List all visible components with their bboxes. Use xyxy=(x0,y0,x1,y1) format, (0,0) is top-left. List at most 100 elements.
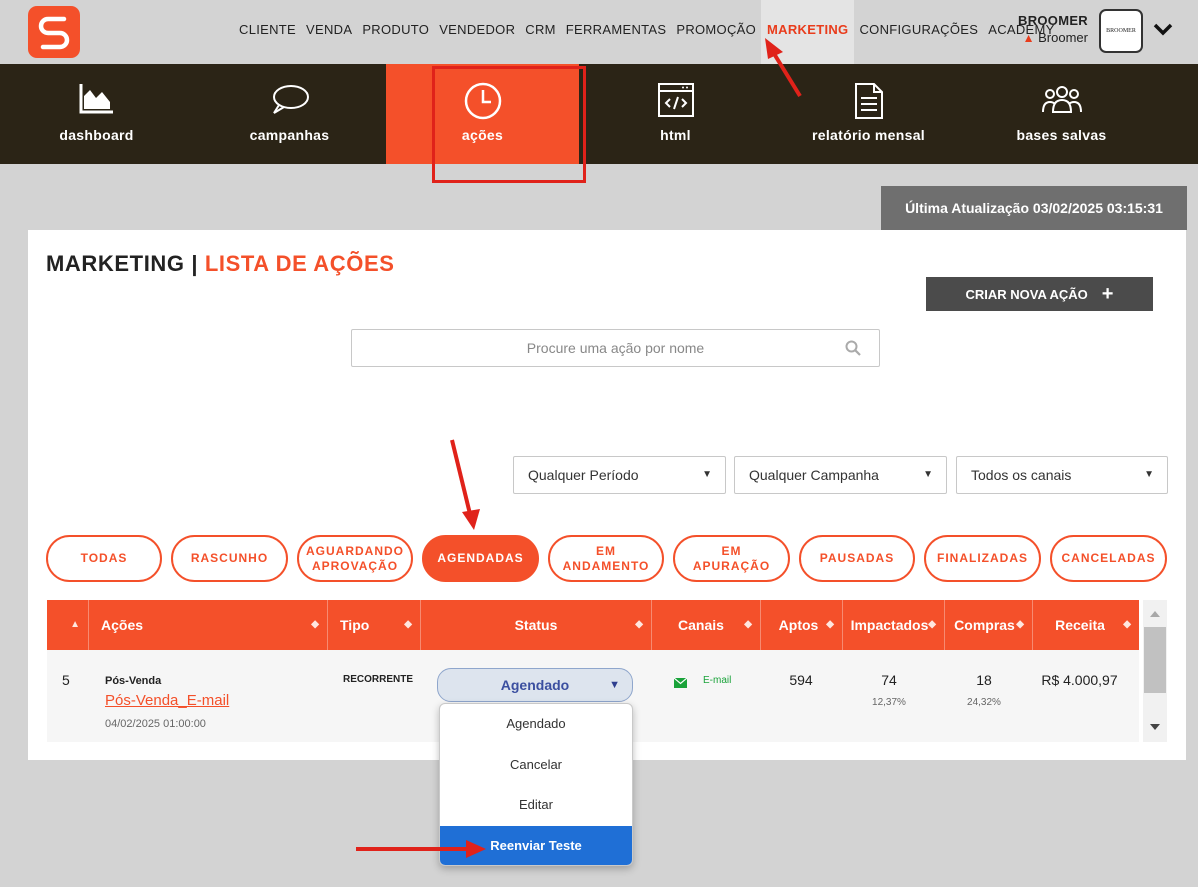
row-compras: 18 xyxy=(976,672,992,688)
last-update-badge: Última Atualização 03/02/2025 03:15:31 xyxy=(881,186,1187,230)
sort-icon: ◆ xyxy=(311,619,319,630)
menu-item-agendado[interactable]: Agendado xyxy=(440,704,632,745)
sort-icon: ◆ xyxy=(1123,619,1131,630)
status-menu: Agendado Cancelar Editar Reenviar Teste xyxy=(439,703,633,866)
avatar[interactable]: BROOMER xyxy=(1099,9,1143,53)
sort-icon: ◆ xyxy=(1016,619,1024,630)
row-compras-pct: 24,32% xyxy=(967,697,1001,708)
col-compras[interactable]: Compras ◆ xyxy=(944,600,1032,650)
chart-area-icon xyxy=(79,84,113,114)
caret-down-icon: ▼ xyxy=(702,469,712,480)
module-campanhas[interactable]: campanhas xyxy=(193,64,386,164)
plus-icon: + xyxy=(1101,283,1114,305)
module-label: relatório mensal xyxy=(812,127,925,143)
nav-crm[interactable]: CRM xyxy=(520,0,561,64)
module-dashboard[interactable]: dashboard xyxy=(0,64,193,164)
tab-canceladas[interactable]: CANCELADAS xyxy=(1050,535,1167,582)
nav-cliente[interactable]: CLIENTE xyxy=(234,0,301,64)
app-logo[interactable] xyxy=(28,6,80,58)
search-input[interactable] xyxy=(352,330,879,366)
search-icon[interactable] xyxy=(845,340,861,356)
row-receita: R$ 4.000,97 xyxy=(1041,672,1118,688)
channel-select[interactable]: Todos os canais ▼ xyxy=(956,456,1168,494)
row-id: 5 xyxy=(62,672,70,688)
table-scrollbar[interactable] xyxy=(1143,600,1167,742)
col-tipo[interactable]: Tipo ◆ xyxy=(327,600,420,650)
module-bar: dashboard campanhas ações html relatório… xyxy=(0,64,1198,164)
nav-produto[interactable]: PRODUTO xyxy=(357,0,434,64)
sort-icon: ◆ xyxy=(404,619,412,630)
col-acoes[interactable]: Ações ◆ xyxy=(88,600,327,650)
annotation-highlight-box xyxy=(432,66,586,183)
module-bases-salvas[interactable]: bases salvas xyxy=(965,64,1158,164)
sort-icon: ◆ xyxy=(635,619,643,630)
module-label: dashboard xyxy=(59,127,134,143)
tab-todas[interactable]: TODAS xyxy=(46,535,162,582)
caret-down-icon: ▼ xyxy=(923,469,933,480)
col-canais[interactable]: Canais ◆ xyxy=(651,600,760,650)
module-label: bases salvas xyxy=(1016,127,1107,143)
caret-down-icon: ▼ xyxy=(1144,469,1154,480)
row-action-link[interactable]: Pós-Venda_E-mail xyxy=(105,692,229,709)
top-bar: CLIENTE VENDA PRODUTO VENDEDOR CRM FERRA… xyxy=(0,0,1198,64)
tab-em-andamento[interactable]: EM ANDAMENTO xyxy=(548,535,664,582)
module-label: html xyxy=(660,127,691,143)
scroll-up-icon[interactable] xyxy=(1149,610,1161,618)
row-impactados-pct: 12,37% xyxy=(872,697,906,708)
document-icon xyxy=(854,83,883,119)
row-category: Pós-Venda xyxy=(105,675,162,687)
scroll-down-icon[interactable] xyxy=(1149,723,1161,731)
row-date: 04/02/2025 01:00:00 xyxy=(105,718,206,730)
sort-icon: ▲ xyxy=(70,619,80,630)
tab-finalizadas[interactable]: FINALIZADAS xyxy=(924,535,1041,582)
chevron-down-icon[interactable] xyxy=(1153,20,1173,38)
module-relatorio-mensal[interactable]: relatório mensal xyxy=(772,64,965,164)
page-title: MARKETING | LISTA DE AÇÕES xyxy=(46,251,395,276)
scrollbar-thumb[interactable] xyxy=(1144,627,1166,693)
create-action-button[interactable]: CRIAR NOVA AÇÃO + xyxy=(926,277,1153,311)
actions-panel: MARKETING | LISTA DE AÇÕES CRIAR NOVA AÇ… xyxy=(28,230,1186,760)
tab-rascunho[interactable]: RASCUNHO xyxy=(171,535,288,582)
row-aptos: 594 xyxy=(789,672,813,688)
nav-promocao[interactable]: PROMOÇÃO xyxy=(671,0,761,64)
period-select[interactable]: Qualquer Período ▼ xyxy=(513,456,726,494)
speech-bubble-icon xyxy=(272,85,309,114)
row-type: RECORRENTE xyxy=(343,674,414,685)
module-html[interactable]: html xyxy=(579,64,772,164)
row-impactados: 74 xyxy=(881,672,897,688)
col-status[interactable]: Status ◆ xyxy=(420,600,651,650)
col-impactados[interactable]: Impactados ◆ xyxy=(842,600,944,650)
col-id[interactable]: ▲ xyxy=(47,600,88,650)
menu-item-editar[interactable]: Editar xyxy=(440,785,632,826)
tab-aguardando-aprovacao[interactable]: AGUARDANDO APROVAÇÃO xyxy=(297,535,413,582)
user-info[interactable]: BROOMER ▲ Broomer xyxy=(1014,13,1088,45)
row-channel: E-mail xyxy=(703,675,732,686)
sort-icon: ◆ xyxy=(826,619,834,630)
nav-marketing[interactable]: MARKETING xyxy=(761,0,855,64)
col-aptos[interactable]: Aptos ◆ xyxy=(760,600,842,650)
campaign-select[interactable]: Qualquer Campanha ▼ xyxy=(734,456,947,494)
caret-down-icon: ▼ xyxy=(609,679,620,691)
avatar-logo-text: BROOMER xyxy=(1106,28,1136,34)
nav-vendedor[interactable]: VENDEDOR xyxy=(434,0,520,64)
menu-item-cancelar[interactable]: Cancelar xyxy=(440,745,632,786)
users-group-icon xyxy=(1041,86,1082,113)
user-name: BROOMER xyxy=(1018,13,1088,28)
main-nav: CLIENTE VENDA PRODUTO VENDEDOR CRM FERRA… xyxy=(234,0,1060,64)
menu-item-reenviar-teste[interactable]: Reenviar Teste xyxy=(440,825,632,865)
tab-em-apuracao[interactable]: EM APURAÇÃO xyxy=(673,535,790,582)
user-store: Broomer xyxy=(1038,30,1088,45)
nav-ferramentas[interactable]: FERRAMENTAS xyxy=(561,0,672,64)
status-dropdown[interactable]: Agendado ▼ xyxy=(437,668,633,702)
nav-configuracoes[interactable]: CONFIGURAÇÕES xyxy=(854,0,983,64)
sort-icon: ◆ xyxy=(928,619,936,630)
module-label: campanhas xyxy=(249,127,330,143)
user-icon: ▲ xyxy=(1022,31,1035,45)
nav-venda[interactable]: VENDA xyxy=(301,0,357,64)
tab-pausadas[interactable]: PAUSADAS xyxy=(799,535,915,582)
col-receita[interactable]: Receita ◆ xyxy=(1032,600,1139,650)
tab-agendadas[interactable]: AGENDADAS xyxy=(422,535,539,582)
code-window-icon xyxy=(657,83,694,117)
sort-icon: ◆ xyxy=(744,619,752,630)
table-header: ▲ Ações ◆ Tipo ◆ Status ◆ Canais ◆ Aptos ◆ Im… xyxy=(47,600,1139,650)
